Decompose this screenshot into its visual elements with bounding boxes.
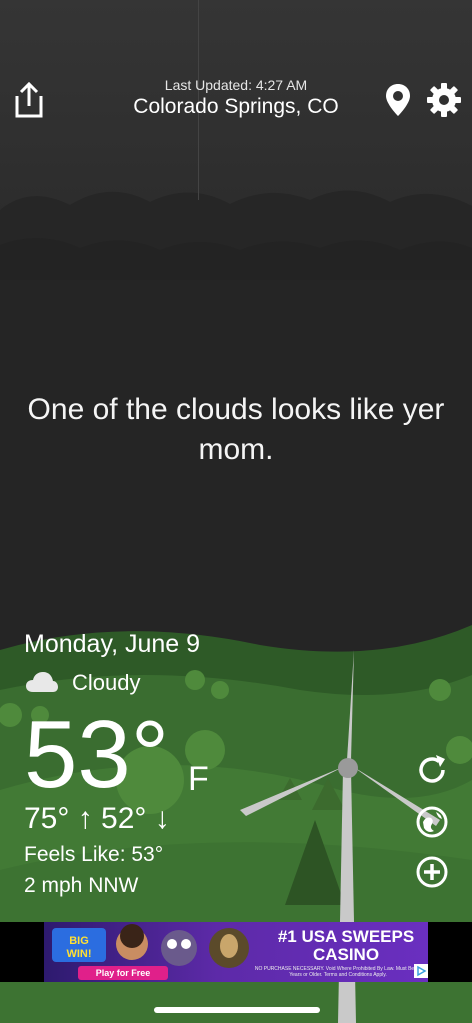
ad-cta-button[interactable]: Play for Free — [78, 966, 168, 980]
radar-globe-button[interactable] — [414, 804, 450, 840]
refresh-button[interactable] — [414, 752, 450, 788]
ad-headline: #1 USA SWEEPS CASINO — [277, 927, 415, 964]
gear-icon — [427, 83, 461, 117]
condition-text: Cloudy — [72, 670, 141, 695]
weather-quote: One of the clouds looks like yer mom. — [27, 393, 445, 466]
wind-speed: 2 mph NNW — [24, 874, 139, 897]
globe-icon — [416, 806, 448, 838]
refresh-icon — [419, 755, 445, 783]
cloud-icon — [24, 668, 60, 696]
ad-badge-line-1: BIG — [69, 935, 89, 947]
location-pin-icon — [386, 84, 410, 116]
temperature-unit[interactable]: F — [188, 760, 209, 799]
ad-disclaimer: NO PURCHASE NECESSARY. Void Where Prohib… — [254, 966, 422, 978]
high-low-temperature: 75° ↑ 52° ↓ — [24, 802, 170, 835]
current-temperature: 53° — [24, 701, 170, 808]
current-date: Monday, June 9 — [24, 630, 201, 658]
ad-banner[interactable]: BIG WIN! Play for Free #1 USA SWEEPS CAS… — [44, 922, 428, 982]
add-icon — [416, 856, 448, 888]
feels-like: Feels Like: 53° — [24, 843, 164, 866]
ad-info-icon[interactable] — [414, 964, 428, 978]
home-indicator[interactable] — [154, 1007, 320, 1013]
cloud-band — [0, 190, 472, 280]
location-button[interactable] — [384, 82, 412, 118]
add-location-button[interactable] — [414, 854, 450, 890]
ad-badge-line-2: WIN! — [66, 948, 91, 960]
settings-button[interactable] — [426, 82, 462, 118]
